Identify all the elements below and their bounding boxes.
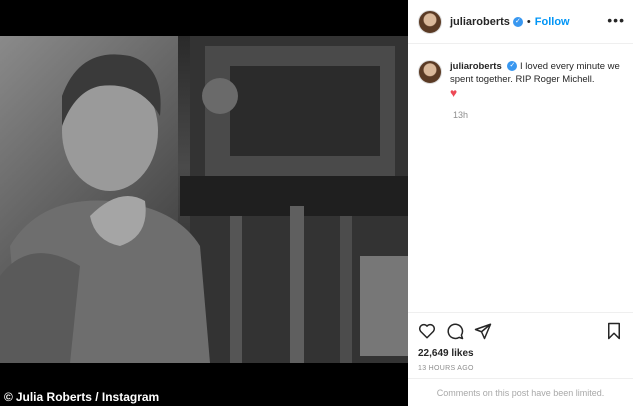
post-timestamp[interactable]: 13 HOURS AGO xyxy=(418,365,623,372)
header-separator: • xyxy=(526,15,531,28)
verified-icon: ✓ xyxy=(507,61,518,72)
avatar[interactable] xyxy=(418,9,442,34)
caption-body: juliaroberts ✓ I loved every minute we s… xyxy=(450,60,623,100)
follow-button[interactable]: Follow xyxy=(535,16,570,28)
comments-limited-notice: Comments on this post have been limited. xyxy=(408,378,633,406)
share-icon[interactable] xyxy=(474,322,492,340)
action-bar xyxy=(418,320,623,342)
post-media-pane: © Julia Roberts / Instagram xyxy=(0,0,408,406)
credit-text: Julia Roberts / Instagram xyxy=(15,390,160,404)
post-sidebar: juliaroberts ✓ • Follow ••• juliaroberts… xyxy=(408,0,633,406)
more-icon[interactable]: ••• xyxy=(607,12,625,28)
caption: juliaroberts ✓ I loved every minute we s… xyxy=(418,60,623,100)
post-photo[interactable] xyxy=(0,36,408,363)
bookmark-icon[interactable] xyxy=(605,322,623,340)
verified-icon: ✓ xyxy=(512,16,523,27)
copyright-symbol: © xyxy=(4,390,13,404)
caption-avatar[interactable] xyxy=(418,60,442,84)
post-header: juliaroberts ✓ • Follow ••• xyxy=(408,0,633,44)
heart-icon[interactable] xyxy=(418,322,436,340)
comment-icon[interactable] xyxy=(446,322,464,340)
post-actions: 22,649 likes 13 HOURS AGO xyxy=(408,312,633,372)
caption-username[interactable]: juliaroberts xyxy=(450,61,502,72)
heart-emoji: ♥ xyxy=(450,86,458,100)
caption-time: 13h xyxy=(453,110,469,120)
like-count[interactable]: 22,649 likes xyxy=(418,348,623,359)
photo-credit: © Julia Roberts / Instagram xyxy=(4,390,159,404)
header-username[interactable]: juliaroberts xyxy=(450,16,510,28)
photo-illustration xyxy=(0,36,408,363)
